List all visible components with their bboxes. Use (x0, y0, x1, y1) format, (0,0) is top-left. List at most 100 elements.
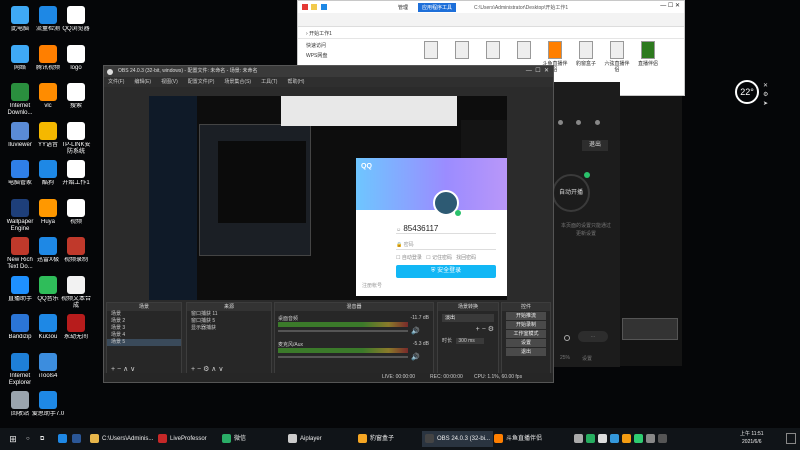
login-button[interactable]: ⛨ 安全登录 (396, 265, 496, 278)
address-bar[interactable]: › 开始工作1 (298, 27, 684, 39)
tab-manage[interactable]: 管理 (394, 3, 412, 12)
control-button[interactable]: 设置 (506, 339, 546, 347)
camera-thumbnail[interactable] (622, 318, 678, 340)
clock[interactable]: 上午 11:51 2021/6/6 (740, 430, 764, 446)
mic-slider[interactable] (278, 356, 408, 358)
explorer-titlebar[interactable]: 管理 应用程序工具 C:\Users\Administrator\Desktop… (298, 1, 684, 13)
obs-window[interactable]: OBS 24.0.3 (32-bit, windows) - 配置文件: 未命名… (103, 65, 554, 383)
desktop-icon[interactable]: 视频文本合成 (59, 275, 93, 310)
control-button[interactable]: 开始推流 (506, 312, 546, 320)
speaker-icon[interactable]: 🔊 (411, 327, 420, 335)
scene-item[interactable]: 场景 3 (107, 325, 181, 332)
notifications-icon[interactable] (786, 433, 796, 444)
transition-select[interactable]: 淡出 (442, 314, 494, 322)
desktop-icon[interactable]: 爱思助手7.0 (31, 391, 65, 418)
taskbar-app[interactable]: LiveProfessor (158, 431, 207, 447)
taskbar-app[interactable]: Aiplayer (288, 431, 322, 447)
taskbar-app[interactable]: 斗鱼直播伴侣 (494, 431, 542, 447)
taskbar-app[interactable]: 豹窗盒子 (358, 431, 394, 447)
taskbar-app[interactable]: 微信 (222, 431, 246, 447)
quick-access-toolbar[interactable] (298, 3, 376, 12)
nav-quick-access[interactable]: 快速访问 (300, 41, 360, 51)
nav-wps-drive[interactable]: WPS网盘 (300, 51, 360, 61)
duration-input[interactable]: 300 ms (456, 338, 485, 344)
file-item[interactable]: 六弦直播伴侣 (604, 41, 630, 73)
desktop-audio-slider[interactable] (278, 330, 408, 332)
desktop-icon[interactable]: 开始工作1 (59, 160, 93, 187)
file-item[interactable]: 豹窗盒子 (573, 41, 599, 67)
weather-controls[interactable]: ✕ ⚙ ➤ (763, 82, 768, 109)
remember-checkbox[interactable]: ☐ 记住密码 (426, 255, 452, 261)
file-item[interactable] (480, 41, 506, 61)
word-icon[interactable] (72, 431, 84, 447)
share-icon[interactable] (594, 120, 600, 125)
file-item[interactable] (511, 41, 537, 61)
scene-item[interactable]: 场景 5 (107, 339, 181, 346)
weather-widget[interactable]: 22° ✕ ⚙ ➤ (735, 76, 795, 108)
scene-item[interactable]: 场景 (107, 311, 181, 318)
gear-icon[interactable] (564, 335, 570, 341)
window-controls[interactable]: — ☐ ✕ (660, 2, 680, 9)
start-button[interactable]: ⊞ (6, 431, 20, 447)
desktop-icon[interactable]: QQ浏览器 (59, 6, 93, 33)
taskbar-app[interactable]: C:\Users\Adminis... (90, 431, 153, 447)
menu-item[interactable]: 编辑(E) (134, 79, 151, 85)
control-button[interactable]: 工作室模式 (506, 330, 546, 338)
obs-titlebar[interactable]: OBS 24.0.3 (32-bit, windows) - 配置文件: 未命名… (104, 66, 553, 77)
desktop-icon[interactable]: 视频 (59, 198, 93, 226)
start-live-button[interactable]: ... (578, 331, 608, 342)
file-item[interactable] (449, 41, 475, 61)
user-icon: ☺ (396, 227, 402, 233)
control-button[interactable]: 开始录制 (506, 321, 546, 329)
scenes-header: 场景 (107, 303, 181, 311)
scene-item[interactable]: 场景 4 (107, 332, 181, 339)
menu-item[interactable]: 配置文件(P) (188, 79, 215, 85)
settings-label[interactable]: 设置 (582, 355, 592, 362)
menu-item[interactable]: 文件(F) (108, 79, 124, 85)
edge-icon[interactable] (58, 431, 70, 447)
desktop-icon[interactable]: 视频录制 (59, 237, 93, 264)
menu-item[interactable]: 视图(V) (161, 79, 178, 85)
source-controls[interactable]: + − ⚙ ∧ ∨ (191, 365, 223, 373)
app-icon (11, 198, 29, 217)
file-item[interactable]: 直播伴侣 (635, 41, 661, 67)
tab-app-tools[interactable]: 应用程序工具 (418, 3, 457, 12)
auto-login-checkbox[interactable]: ☐ 自动登录 (396, 255, 422, 261)
desktop-icon[interactable]: TP-LINK安防系统 (59, 121, 93, 156)
sources-dock: 来源 窗口捕获 11 窗口捕获 5 显示器捕获 + − ⚙ ∧ ∨ (186, 302, 272, 376)
forgot-link[interactable]: 找回密码 (456, 255, 476, 261)
bell-icon[interactable] (576, 120, 582, 125)
file-item[interactable] (418, 41, 444, 61)
register-link[interactable]: 注册帐号 (362, 282, 382, 289)
gift-icon[interactable] (558, 120, 563, 125)
file-icon (548, 41, 562, 59)
task-view-icon[interactable]: ⧉ (40, 431, 44, 447)
tray-icons[interactable] (574, 431, 670, 447)
menu-item[interactable]: 场景集合(S) (224, 79, 251, 85)
scene-item[interactable]: 场景 2 (107, 318, 181, 325)
microphone-icon[interactable]: 🔊 (411, 353, 420, 361)
add-icon[interactable] (584, 172, 590, 178)
obs-window-controls[interactable]: — ☐ ✕ (526, 66, 549, 77)
scene-controls[interactable]: + − ∧ ∨ (111, 365, 135, 373)
qq-login-window[interactable]: QQ ⚙ — ✕ ☺ 85436117 🔒 密码 ☐ 自动登录 ☐ 记住密码 (356, 158, 507, 296)
source-item[interactable]: 窗口捕获 11 (187, 311, 271, 318)
source-item[interactable]: 显示器捕获 (187, 325, 271, 332)
control-button[interactable]: 退出 (506, 348, 546, 356)
taskbar-app[interactable]: OBS 24.0.3 (32-bi... (422, 431, 494, 447)
obs-preview[interactable]: QQ ⚙ — ✕ ☺ 85436117 🔒 密码 ☐ 自动登录 ☐ 记住密码 (149, 96, 507, 300)
menu-item[interactable]: 帮助(H) (287, 79, 304, 85)
menu-item[interactable]: 工具(T) (261, 79, 277, 85)
desktop-icon[interactable]: 搜索 (59, 83, 93, 110)
exit-button[interactable]: 退出 (582, 140, 608, 151)
obs-status-bar: LIVE: 00:00:00 REC: 00:00:00 CPU: 1.1%, … (104, 373, 553, 382)
source-item[interactable]: 窗口捕获 5 (187, 318, 271, 325)
auto-start-button[interactable]: 自动开播 (552, 174, 590, 212)
password-field[interactable]: 🔒 密码 (396, 240, 496, 250)
desktop-icon[interactable]: logo (59, 44, 93, 72)
transition-controls[interactable]: + − ⚙ (438, 325, 498, 333)
desktop-icon[interactable]: iTools4 (31, 352, 65, 380)
account-field[interactable]: ☺ 85436117 (396, 224, 496, 234)
search-icon[interactable]: ○ (26, 431, 30, 447)
desktop-icon[interactable]: 永劫无间 (59, 314, 93, 341)
